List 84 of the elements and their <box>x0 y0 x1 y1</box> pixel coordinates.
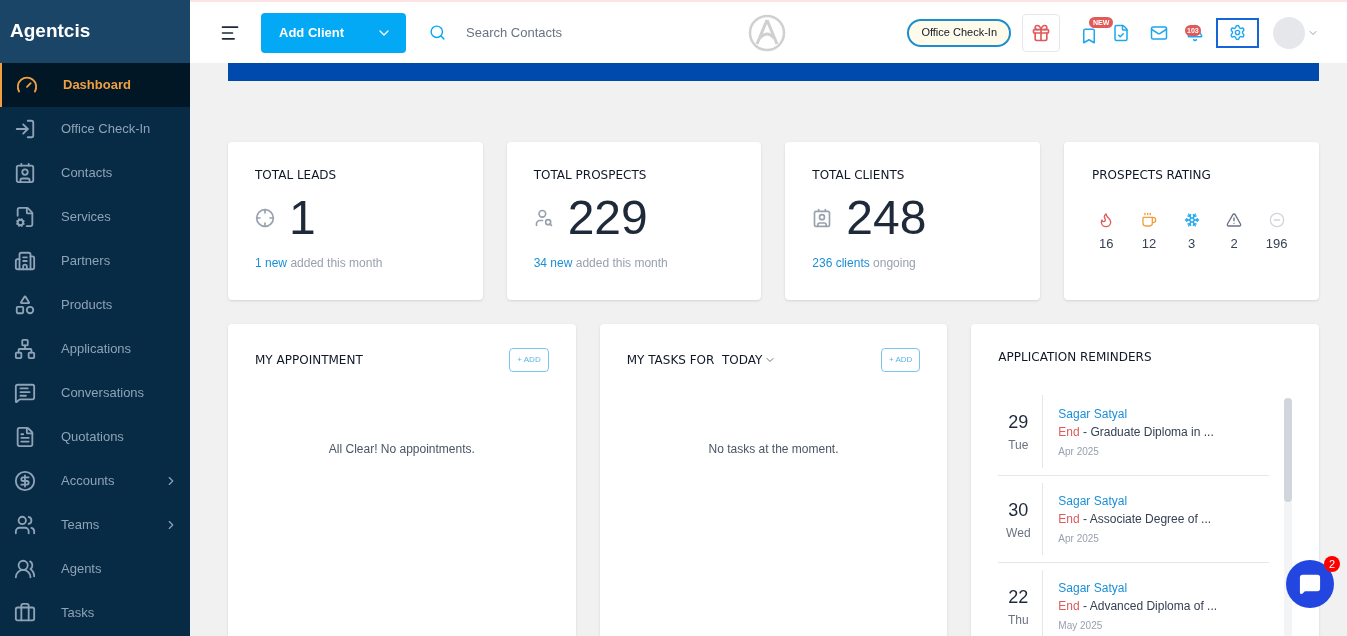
contact-card-icon <box>14 162 36 184</box>
snowflake-icon <box>1183 212 1200 228</box>
stat-note: 34 new added this month <box>533 255 669 272</box>
office-checkin-button[interactable]: Office Check-In <box>907 18 1011 47</box>
reminder-name[interactable]: Sagar Satyal <box>1058 579 1218 597</box>
reminder-month: Apr 2025 <box>1058 532 1100 546</box>
reminder-day: 22 <box>1008 583 1029 611</box>
reminder-weekday: Thu <box>1008 611 1029 629</box>
stat-value: 248 <box>846 194 927 242</box>
bookmark-icon[interactable] <box>1080 26 1098 45</box>
stat-value: 229 <box>567 194 648 242</box>
reminder-name[interactable]: Sagar Satyal <box>1058 492 1212 510</box>
sidebar-item[interactable]: Dashboard <box>0 63 190 107</box>
rating-count: 2 <box>1230 235 1238 253</box>
chat-bubble-icon <box>1299 573 1321 595</box>
chat-badge: 2 <box>1324 556 1340 572</box>
scrollbar[interactable] <box>1284 398 1292 636</box>
coffee-icon <box>1140 212 1157 228</box>
empty-message: All Clear! No appointments. <box>327 441 476 458</box>
reminder-weekday: Tue <box>1008 437 1029 454</box>
rating-count: 12 <box>1141 235 1157 253</box>
network-icon <box>14 338 36 360</box>
logo-icon <box>748 13 786 52</box>
gift-button[interactable] <box>1022 13 1060 52</box>
stat-title: TOTAL PROSPECTS <box>533 167 648 184</box>
rating-count: 196 <box>1265 235 1288 253</box>
stat-link[interactable]: 1 new <box>255 256 288 270</box>
stat-title: TOTAL CLIENTS <box>812 167 906 184</box>
reminder-day: 30 <box>1008 496 1029 524</box>
search-field[interactable]: Search Contacts <box>466 22 666 43</box>
search-icon[interactable] <box>429 24 446 41</box>
sidebar-item[interactable]: Quotations <box>0 415 190 459</box>
stat-link[interactable]: 34 new <box>533 256 573 270</box>
sidebar-item[interactable]: Office Check-In <box>0 107 190 151</box>
settings-button[interactable] <box>1216 17 1259 48</box>
document-check-icon[interactable] <box>1112 23 1130 42</box>
reminder-month: Apr 2025 <box>1058 444 1100 459</box>
sidebar-item[interactable]: Products <box>0 283 190 327</box>
gift-icon <box>1031 22 1051 43</box>
checkin-icon <box>14 118 36 140</box>
empty-message: No tasks at the moment. <box>707 441 840 458</box>
mail-icon[interactable] <box>1150 23 1168 42</box>
sidebar-item[interactable]: Agents <box>0 547 190 591</box>
chat-icon <box>14 382 36 404</box>
rating-count: 16 <box>1099 235 1114 253</box>
document-icon <box>14 426 36 448</box>
sidebar-item[interactable]: Services <box>0 195 190 239</box>
stat-value: 1 <box>289 194 316 242</box>
stat-link[interactable]: 236 clients <box>812 256 870 270</box>
reminder-weekday: Wed <box>1006 524 1031 542</box>
brand-logo-text: Agentcis <box>10 19 91 44</box>
sidebar-item[interactable]: Accounts <box>0 459 190 503</box>
sidebar-item[interactable]: Contacts <box>0 151 190 195</box>
reminder-name[interactable]: Sagar Satyal <box>1058 404 1214 423</box>
document-gear-icon <box>14 206 36 228</box>
sidebar-item[interactable]: Conversations <box>0 371 190 415</box>
reminder-detail: End - Associate Degree of ... <box>1058 511 1212 528</box>
shapes-icon <box>14 294 36 316</box>
dollar-icon <box>14 470 36 492</box>
warning-icon <box>1226 212 1243 228</box>
reminder-detail: End - Advanced Diploma of ... <box>1058 598 1218 615</box>
contact-card-icon <box>812 208 833 228</box>
reminder-day: 29 <box>1008 409 1029 436</box>
sidebar-item[interactable]: Teams <box>0 503 190 547</box>
group-icon <box>14 558 36 580</box>
reminder-detail: End - Graduate Diploma in ... <box>1058 423 1214 441</box>
reminders-title: APPLICATION REMINDERS <box>998 349 1153 366</box>
briefcase-icon <box>14 602 36 624</box>
person-search-icon <box>533 208 554 228</box>
stat-note: 1 new added this month <box>255 255 384 272</box>
sidebar-item[interactable]: Tasks <box>0 591 190 635</box>
building-icon <box>14 250 36 272</box>
settings-icon <box>1229 24 1246 41</box>
panel-title: MY TASKS FOR TODAY <box>626 352 763 369</box>
users-icon <box>14 514 36 536</box>
reminder-month: May 2025 <box>1058 619 1104 633</box>
sidebar-item[interactable]: Applications <box>0 327 190 371</box>
stat-title: TOTAL LEADS <box>255 167 338 184</box>
sidebar-item[interactable]: Partners <box>0 239 190 283</box>
rating-title: PROSPECTS RATING <box>1092 167 1212 184</box>
minus-circle-icon <box>1268 212 1285 228</box>
stat-note: 236 clients ongoing <box>812 255 917 272</box>
panel-title: MY APPOINTMENT <box>255 352 363 369</box>
rating-count: 3 <box>1187 235 1196 253</box>
